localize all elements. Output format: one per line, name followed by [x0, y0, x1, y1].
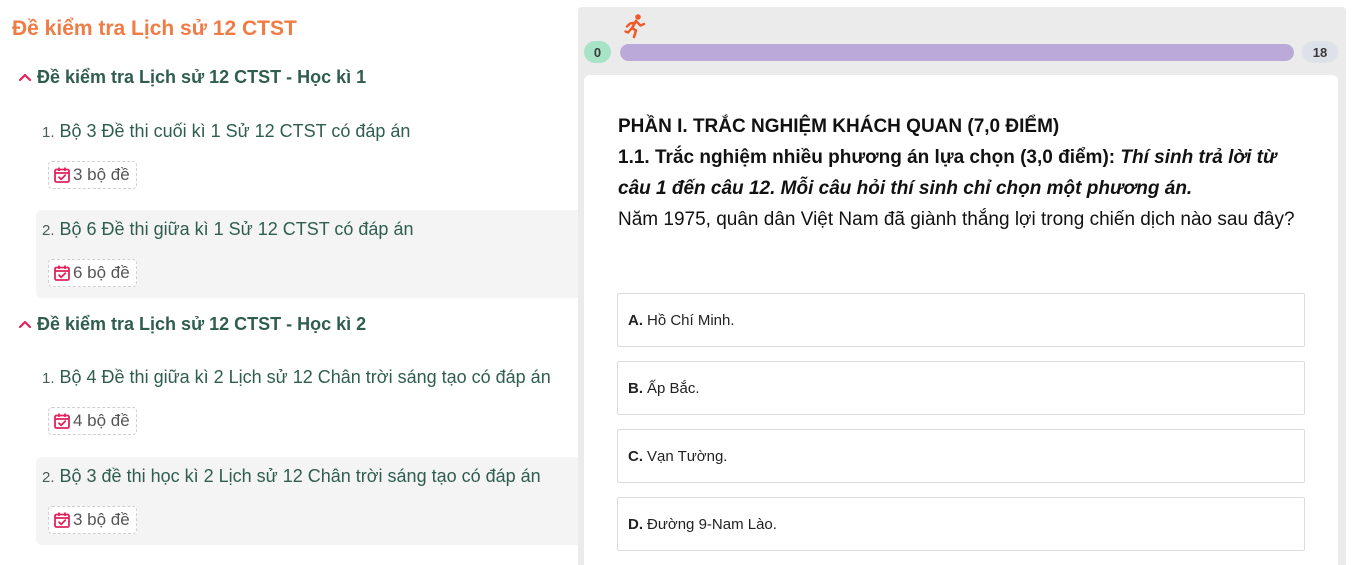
question-text-block: PHẦN I. TRẮC NGHIỆM KHÁCH QUAN (7,0 ĐIỂM…	[618, 111, 1314, 236]
progress-start-count: 0	[584, 41, 611, 63]
chevron-up-icon	[18, 73, 32, 82]
answer-option-c[interactable]: C. Vạn Tường.	[617, 429, 1305, 483]
question-card: PHẦN I. TRẮC NGHIỆM KHÁCH QUAN (7,0 ĐIỂM…	[584, 75, 1338, 565]
section-header-hk2[interactable]: Đề kiểm tra Lịch sử 12 CTST - Học kì 2	[17, 311, 366, 337]
exam-item-title[interactable]: 1. Bộ 3 Đề thi cuối kì 1 Sử 12 CTST có đá…	[42, 121, 410, 142]
option-letter: C.	[628, 447, 643, 465]
item-title-text: Bộ 4 Đề thi giữa kì 2 Lịch sử 12 Chân tr…	[59, 367, 551, 387]
exam-list-panel: Đề kiểm tra Lịch sử 12 CTST Đề kiểm tra …	[0, 0, 578, 565]
set-count-badge: 3 bộ đề	[48, 506, 137, 534]
option-letter: A.	[628, 311, 643, 329]
item-title-text: Bộ 3 Đề thi cuối kì 1 Sử 12 CTST có đáp …	[59, 121, 411, 141]
set-count-badge: 3 bộ đề	[48, 161, 137, 189]
running-person-icon	[624, 14, 646, 39]
calendar-check-icon	[54, 512, 70, 528]
calendar-check-icon	[54, 265, 70, 281]
progress-bar-fill	[620, 44, 1294, 61]
set-count-badge: 4 bộ đề	[48, 407, 137, 435]
progress-total-count: 18	[1302, 41, 1338, 63]
badge-text: 3 bộ đề	[73, 165, 130, 184]
exam-item-hk2-1[interactable]: 1. Bộ 4 Đề thi giữa kì 2 Lịch sử 12 Chân …	[36, 358, 578, 446]
exam-item-title[interactable]: 1. Bộ 4 Đề thi giữa kì 2 Lịch sử 12 Chân …	[42, 367, 551, 388]
quiz-panel: 0 18 PHẦN I. TRẮC NGHIỆM KHÁCH QUAN (7,0…	[578, 7, 1346, 565]
page-title: Đề kiểm tra Lịch sử 12 CTST	[12, 17, 297, 40]
section-title: Đề kiểm tra Lịch sử 12 CTST - Học kì 2	[37, 313, 367, 334]
exam-item-title[interactable]: 2. Bộ 6 Đề thi giữa kì 1 Sử 12 CTST có đá…	[42, 219, 413, 240]
option-text: Hồ Chí Minh.	[647, 311, 735, 329]
section-title: Đề kiểm tra Lịch sử 12 CTST - Học kì 1	[37, 66, 367, 87]
section-header-hk1[interactable]: Đề kiểm tra Lịch sử 12 CTST - Học kì 1	[17, 64, 366, 90]
set-count-badge: 6 bộ đề	[48, 259, 137, 287]
badge-text: 3 bộ đề	[73, 510, 130, 529]
option-letter: B.	[628, 379, 643, 397]
exam-item-title[interactable]: 2. Bộ 3 đề thi học kì 2 Lịch sử 12 Chân t…	[42, 466, 541, 487]
exam-item-hk2-2[interactable]: 2. Bộ 3 đề thi học kì 2 Lịch sử 12 Chân t…	[36, 457, 578, 545]
item-number: 2.	[42, 222, 55, 239]
item-number: 1.	[42, 370, 55, 387]
answer-option-a[interactable]: A. Hồ Chí Minh.	[617, 293, 1305, 347]
exam-item-hk1-1[interactable]: 1. Bộ 3 Đề thi cuối kì 1 Sử 12 CTST có đá…	[36, 112, 578, 200]
answer-option-d[interactable]: D. Đường 9-Nam Lào.	[617, 497, 1305, 551]
calendar-check-icon	[54, 413, 70, 429]
part-heading: PHẦN I. TRẮC NGHIỆM KHÁCH QUAN (7,0 ĐIỂM…	[618, 116, 1060, 137]
progress-bar	[620, 44, 1294, 61]
item-title-text: Bộ 3 đề thi học kì 2 Lịch sử 12 Chân trờ…	[59, 466, 541, 486]
question-stem: Năm 1975, quân dân Việt Nam đã giành thắ…	[618, 209, 1295, 230]
option-text: Đường 9-Nam Lào.	[647, 515, 777, 533]
exam-item-hk1-2[interactable]: 2. Bộ 6 Đề thi giữa kì 1 Sử 12 CTST có đá…	[36, 210, 578, 298]
option-text: Vạn Tường.	[647, 447, 728, 465]
instructions-heading: 1.1. Trắc nghiệm nhiều phương án lựa chọ…	[618, 147, 1116, 168]
answer-option-b[interactable]: B. Ấp Bắc.	[617, 361, 1305, 415]
item-title-text: Bộ 6 Đề thi giữa kì 1 Sử 12 CTST có đáp …	[59, 219, 414, 239]
calendar-check-icon	[54, 167, 70, 183]
badge-text: 4 bộ đề	[73, 411, 130, 430]
instructions: 1.1. Trắc nghiệm nhiều phương án lựa chọ…	[618, 142, 1314, 204]
item-number: 1.	[42, 124, 55, 141]
chevron-up-icon	[18, 320, 32, 329]
option-text: Ấp Bắc.	[647, 379, 700, 397]
item-number: 2.	[42, 469, 55, 486]
badge-text: 6 bộ đề	[73, 263, 130, 282]
option-letter: D.	[628, 515, 643, 533]
